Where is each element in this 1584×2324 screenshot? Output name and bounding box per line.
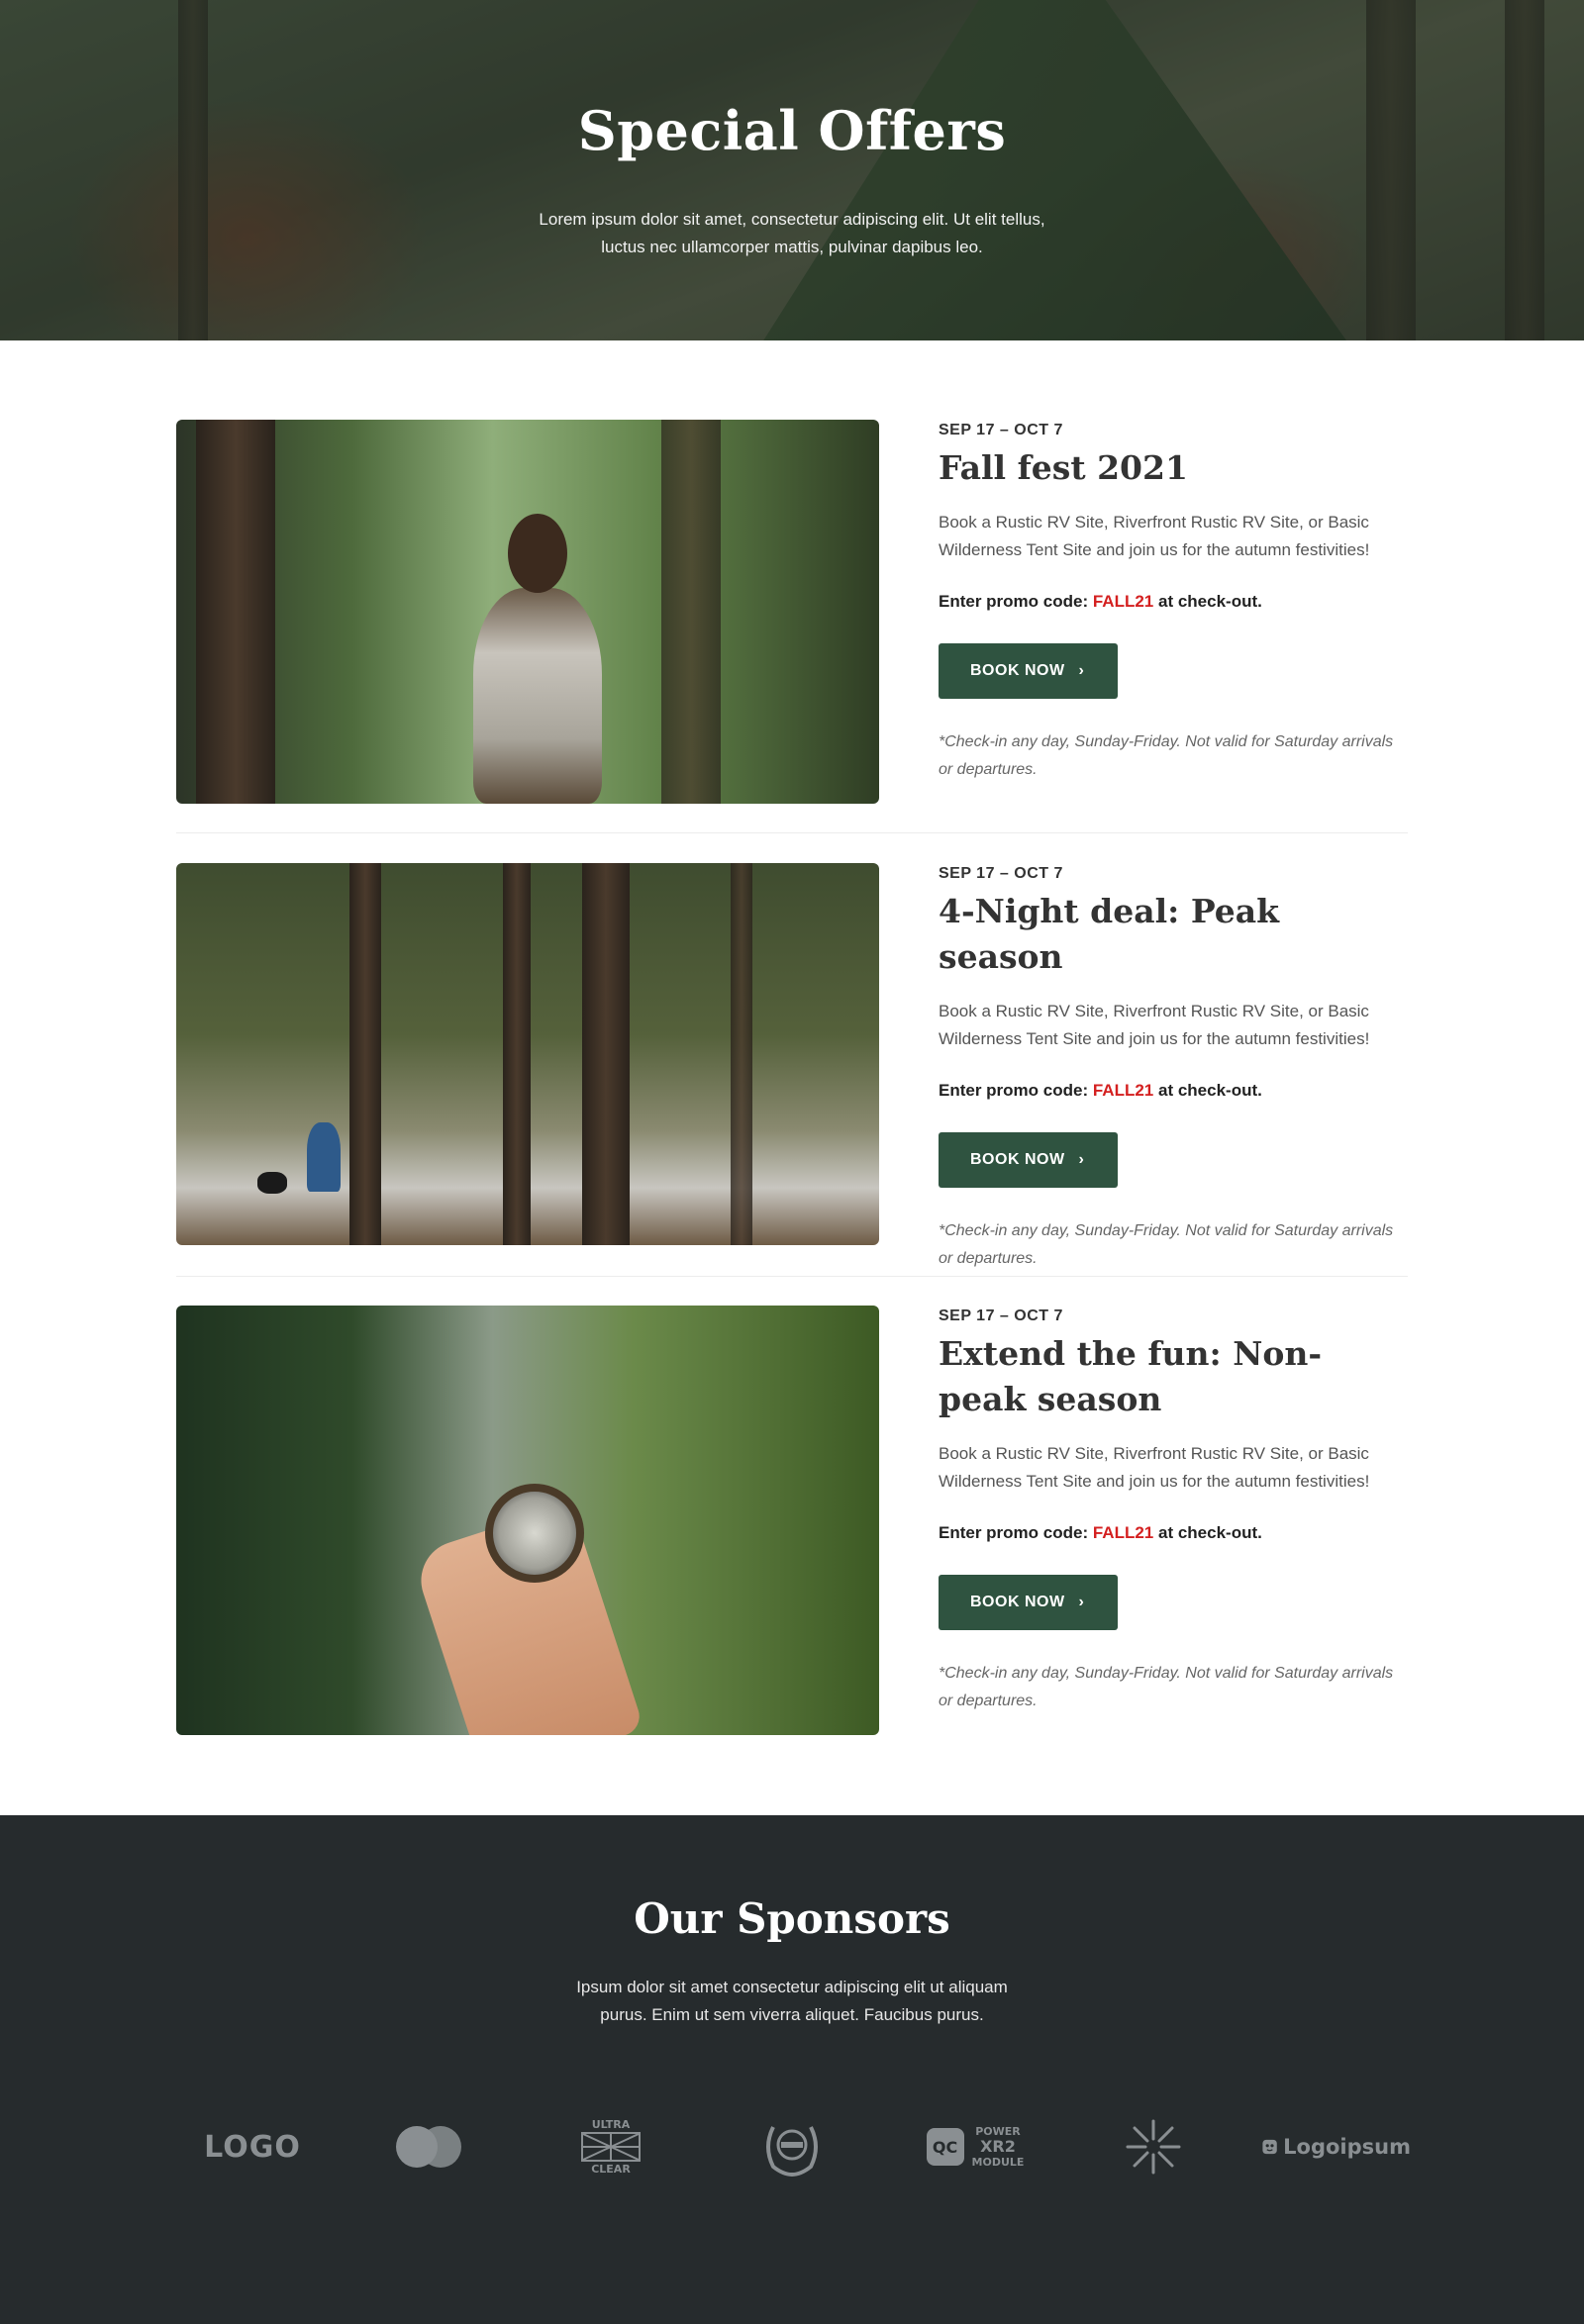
- qc-power-module-logo[interactable]: QC POWER XR2 MODULE: [916, 2112, 1035, 2181]
- offer-note: *Check-in any day, Sunday-Friday. Not va…: [939, 1665, 1394, 1709]
- book-now-label: BOOK NOW: [970, 662, 1065, 679]
- offer-details: SEP 17 – OCT 7 4-Night deal: Peak season…: [939, 863, 1404, 1273]
- promo-line: Enter promo code: FALL21 at check-out.: [939, 1523, 1404, 1543]
- book-now-button[interactable]: BOOK NOW ›: [939, 1575, 1119, 1630]
- offer-description: Book a Rustic RV Site, Riverfront Rustic…: [939, 1002, 1370, 1048]
- offer-card: SEP 17 – OCT 7 Fall fest 2021 Book a Rus…: [176, 420, 1408, 816]
- offer-title: Extend the fun: Non-peak season: [939, 1334, 1323, 1418]
- walker-figure: [307, 1122, 341, 1192]
- offer-title: 4-Night deal: Peak season: [939, 892, 1279, 976]
- offer-description: Book a Rustic RV Site, Riverfront Rustic…: [939, 513, 1370, 559]
- qc-badge: QC: [926, 2128, 964, 2166]
- promo-code: FALL21: [1092, 592, 1154, 611]
- logoipsum-text: Logoipsum: [1283, 2135, 1411, 2159]
- laurel-badge-logo[interactable]: [757, 2112, 827, 2181]
- logoipsum-logo[interactable]: Logoipsum: [1262, 2112, 1411, 2181]
- promo-line: Enter promo code: FALL21 at check-out.: [939, 1081, 1404, 1101]
- offer-date: SEP 17 – OCT 7: [939, 865, 1063, 882]
- book-now-label: BOOK NOW: [970, 1594, 1065, 1610]
- tree-trunk: [349, 863, 381, 1245]
- offer-card: SEP 17 – OCT 7 4-Night deal: Peak season…: [176, 863, 1408, 1267]
- sponsors-title: Our Sponsors: [634, 1894, 950, 1943]
- tree-trunk: [582, 863, 630, 1245]
- qc-text-stack: POWER XR2 MODULE: [972, 2126, 1025, 2168]
- promo-prefix: Enter promo code:: [939, 1081, 1093, 1100]
- offer-date: SEP 17 – OCT 7: [939, 1307, 1063, 1324]
- promo-suffix: at check-out.: [1153, 1523, 1262, 1542]
- sponsor-logos: LOGO ULTRA CLEAR QC POWER XR2 MODULE Log…: [198, 2112, 1411, 2181]
- hero-subtitle: Lorem ipsum dolor sit amet, consectetur …: [539, 210, 1045, 256]
- divider: [176, 1276, 1408, 1277]
- clear-text: CLEAR: [591, 2163, 631, 2176]
- page-title: Special Offers: [577, 99, 1007, 162]
- laurel-icon: [766, 2126, 818, 2177]
- ultra-text: ULTRA: [591, 2118, 631, 2131]
- asterisk-logo[interactable]: [1124, 2112, 1183, 2181]
- compass-figure: [485, 1484, 584, 1583]
- circles-logo[interactable]: [394, 2112, 463, 2181]
- offer-image-forest-walk: [176, 863, 879, 1245]
- circles-icon: [396, 2126, 461, 2168]
- offer-image-hiker: [176, 420, 879, 804]
- chevron-right-icon: ›: [1078, 1151, 1085, 1168]
- dog-figure: [257, 1172, 287, 1194]
- hiker-head: [508, 514, 567, 593]
- promo-code: FALL21: [1092, 1523, 1154, 1542]
- offer-details: SEP 17 – OCT 7 Fall fest 2021 Book a Rus…: [939, 420, 1404, 784]
- promo-code: FALL21: [1092, 1081, 1154, 1100]
- hiker-figure: [473, 588, 602, 804]
- module-text: MODULE: [971, 2156, 1025, 2169]
- hero-banner: Special Offers Lorem ipsum dolor sit ame…: [0, 0, 1584, 340]
- logo-wordmark[interactable]: LOGO: [198, 2112, 307, 2181]
- promo-line: Enter promo code: FALL21 at check-out.: [939, 592, 1404, 612]
- ultra-clear-logo[interactable]: ULTRA CLEAR: [579, 2112, 643, 2181]
- asterisk-icon: [1126, 2119, 1181, 2175]
- offers-list: SEP 17 – OCT 7 Fall fest 2021 Book a Rus…: [0, 340, 1584, 1815]
- promo-suffix: at check-out.: [1153, 1081, 1262, 1100]
- offer-date: SEP 17 – OCT 7: [939, 422, 1063, 438]
- offer-note: *Check-in any day, Sunday-Friday. Not va…: [939, 1222, 1394, 1267]
- power-text: POWER: [975, 2125, 1021, 2138]
- chevron-right-icon: ›: [1078, 662, 1085, 679]
- xr2-text: XR2: [980, 2137, 1016, 2156]
- promo-prefix: Enter promo code:: [939, 592, 1093, 611]
- book-now-label: BOOK NOW: [970, 1151, 1065, 1168]
- promo-prefix: Enter promo code:: [939, 1523, 1093, 1542]
- divider: [176, 832, 1408, 833]
- hero-overlay: [0, 0, 1584, 340]
- logo-wordmark-text: LOGO: [204, 2129, 301, 2165]
- book-now-button[interactable]: BOOK NOW ›: [939, 1132, 1119, 1188]
- offer-title: Fall fest 2021: [939, 448, 1188, 487]
- offer-details: SEP 17 – OCT 7 Extend the fun: Non-peak …: [939, 1306, 1404, 1715]
- offer-description: Book a Rustic RV Site, Riverfront Rustic…: [939, 1444, 1370, 1491]
- tree-trunk: [196, 420, 275, 804]
- offer-note: *Check-in any day, Sunday-Friday. Not va…: [939, 733, 1394, 778]
- tree-trunk: [661, 420, 721, 804]
- promo-suffix: at check-out.: [1153, 592, 1262, 611]
- logoipsum-icon: [1262, 2139, 1277, 2155]
- offer-image-compass: [176, 1306, 879, 1735]
- tree-trunk: [731, 863, 752, 1245]
- sponsors-subtitle: Ipsum dolor sit amet consectetur adipisc…: [576, 1978, 1008, 2024]
- chevron-right-icon: ›: [1078, 1594, 1085, 1610]
- book-now-button[interactable]: BOOK NOW ›: [939, 643, 1119, 699]
- sunburst-icon: [581, 2132, 641, 2162]
- offer-card: SEP 17 – OCT 7 Extend the fun: Non-peak …: [176, 1306, 1408, 1751]
- sponsors-section: Our Sponsors Ipsum dolor sit amet consec…: [0, 1815, 1584, 2324]
- tree-trunk: [503, 863, 531, 1245]
